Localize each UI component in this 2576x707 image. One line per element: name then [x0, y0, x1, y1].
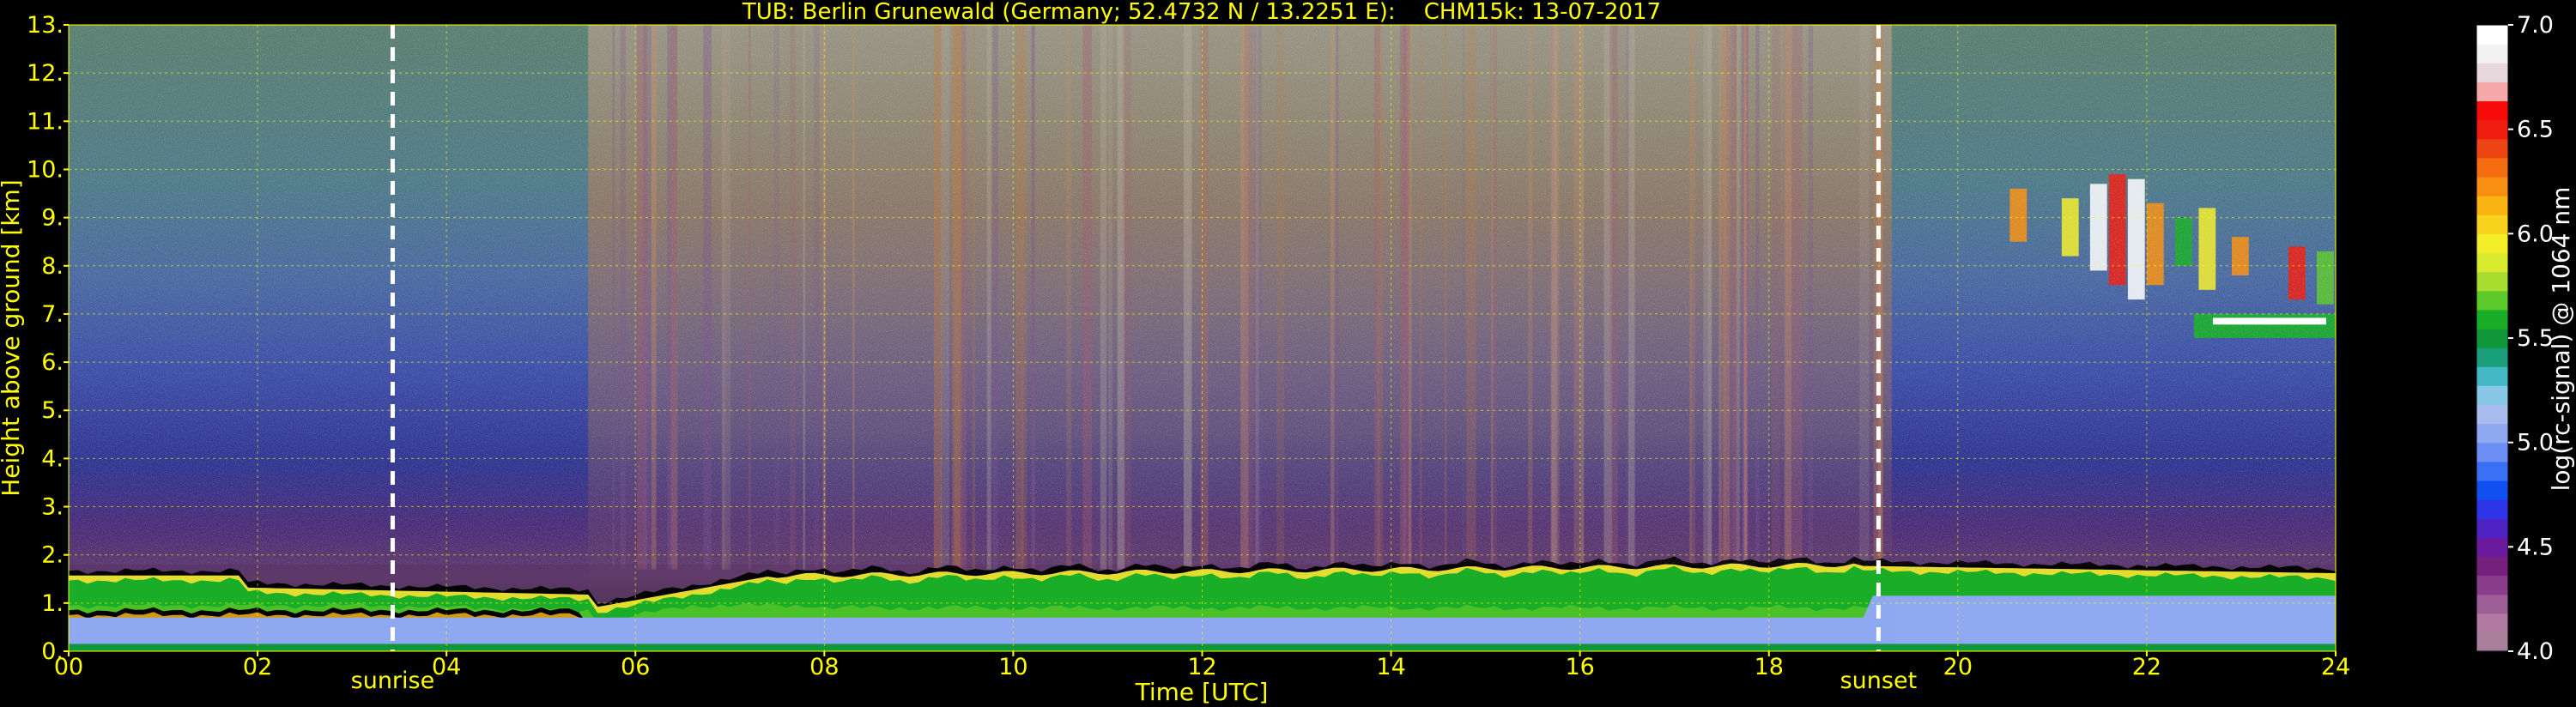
colorbar-swatch	[2476, 157, 2508, 178]
evening-residual-layer	[1891, 597, 2336, 642]
x-tick-label: 22	[2132, 654, 2161, 680]
colorbar-swatch	[2476, 233, 2508, 254]
y-tick-label: 5.	[41, 397, 64, 424]
colorbar-swatch	[2476, 631, 2508, 652]
x-tick-label: 16	[1565, 654, 1594, 680]
colorbar-swatch	[2476, 613, 2508, 633]
x-tick-label: 14	[1376, 654, 1405, 680]
x-tick-label: 04	[432, 654, 461, 680]
y-tick-label: 1.	[41, 590, 64, 617]
colorbar	[2476, 24, 2509, 652]
colorbar-swatch	[2476, 366, 2508, 386]
y-tick-label: 3.	[41, 494, 64, 521]
colorbar-swatch	[2476, 575, 2508, 595]
x-tick-label: 00	[54, 654, 83, 680]
colorbar-swatch	[2476, 518, 2508, 538]
y-axis-label: Height above ground [km]	[0, 179, 25, 497]
y-tick-label: 4.	[41, 445, 64, 472]
colorbar-swatch	[2476, 290, 2508, 311]
colorbar-swatch	[2476, 537, 2508, 557]
x-tick-label: 06	[621, 654, 650, 680]
colorbar-swatch	[2476, 138, 2508, 159]
y-tick-label: 8.	[41, 253, 64, 280]
colorbar-swatch	[2476, 196, 2508, 215]
colorbar-tick-label: 4.0	[2517, 638, 2554, 665]
colorbar-swatch	[2476, 556, 2508, 577]
colorbar-swatch	[2476, 328, 2508, 348]
sunset-label: sunset	[1840, 668, 1918, 694]
colorbar-swatch	[2476, 25, 2508, 45]
colorbar-swatch	[2476, 385, 2508, 406]
colorbar-swatch	[2476, 119, 2508, 140]
y-tick-label: 9.	[41, 205, 64, 232]
x-tick-label: 02	[243, 654, 272, 680]
colorbar-swatch	[2476, 63, 2508, 82]
colorbar-swatch	[2476, 271, 2508, 292]
colorbar-swatch	[2476, 347, 2508, 367]
colorbar-swatch	[2476, 423, 2508, 444]
colorbar-swatch	[2476, 309, 2508, 329]
colorbar-swatch	[2476, 100, 2508, 121]
y-tick-label: 11.	[27, 108, 64, 135]
colorbar-swatch	[2476, 404, 2508, 425]
colorbar-swatch	[2476, 594, 2508, 614]
colorbar-tick-label: 7.0	[2517, 12, 2554, 39]
colorbar-tick-label: 4.5	[2517, 534, 2554, 560]
colorbar-tick-label: 6.5	[2517, 117, 2554, 143]
y-tick-label: 12.	[27, 60, 64, 87]
x-axis-label: Time [UTC]	[1135, 678, 1269, 706]
x-tick-label: 12	[1187, 654, 1216, 680]
colorbar-swatch	[2476, 82, 2508, 102]
colorbar-swatch	[2476, 176, 2508, 196]
y-tick-label: 7.	[41, 301, 64, 328]
colorbar-swatch	[2476, 480, 2508, 500]
y-tick-label: 10.	[27, 156, 64, 183]
x-tick-label: 08	[809, 654, 839, 680]
sunrise-label: sunrise	[351, 668, 435, 694]
colorbar-swatch	[2476, 499, 2508, 519]
y-tick-label: 2.	[41, 542, 64, 569]
y-tick-labels: 0.1.2.3.4.5.6.7.8.9.10.11.12.13.	[27, 12, 69, 665]
colorbar-label: log(rc-signal) @ 1064 nm	[2547, 187, 2575, 492]
colorbar-swatch	[2476, 215, 2508, 234]
x-tick-label: 10	[998, 654, 1027, 680]
ceilometer-chart: sunrise sunset 0.1.2.3.4.5.6.7.8.9.10.11.…	[0, 0, 2575, 706]
colorbar-swatch	[2476, 44, 2508, 63]
colorbar-swatch	[2476, 442, 2508, 462]
x-tick-label: 24	[2321, 654, 2350, 680]
y-tick-label: 13.	[27, 12, 64, 39]
x-tick-label: 20	[1943, 654, 1973, 680]
x-tick-label: 18	[1755, 654, 1784, 680]
y-tick-label: 6.	[41, 349, 64, 376]
chart-title: TUB: Berlin Grunewald (Germany; 52.4732 …	[742, 0, 1661, 25]
colorbar-swatch	[2476, 252, 2508, 273]
colorbar-swatch	[2476, 461, 2508, 481]
